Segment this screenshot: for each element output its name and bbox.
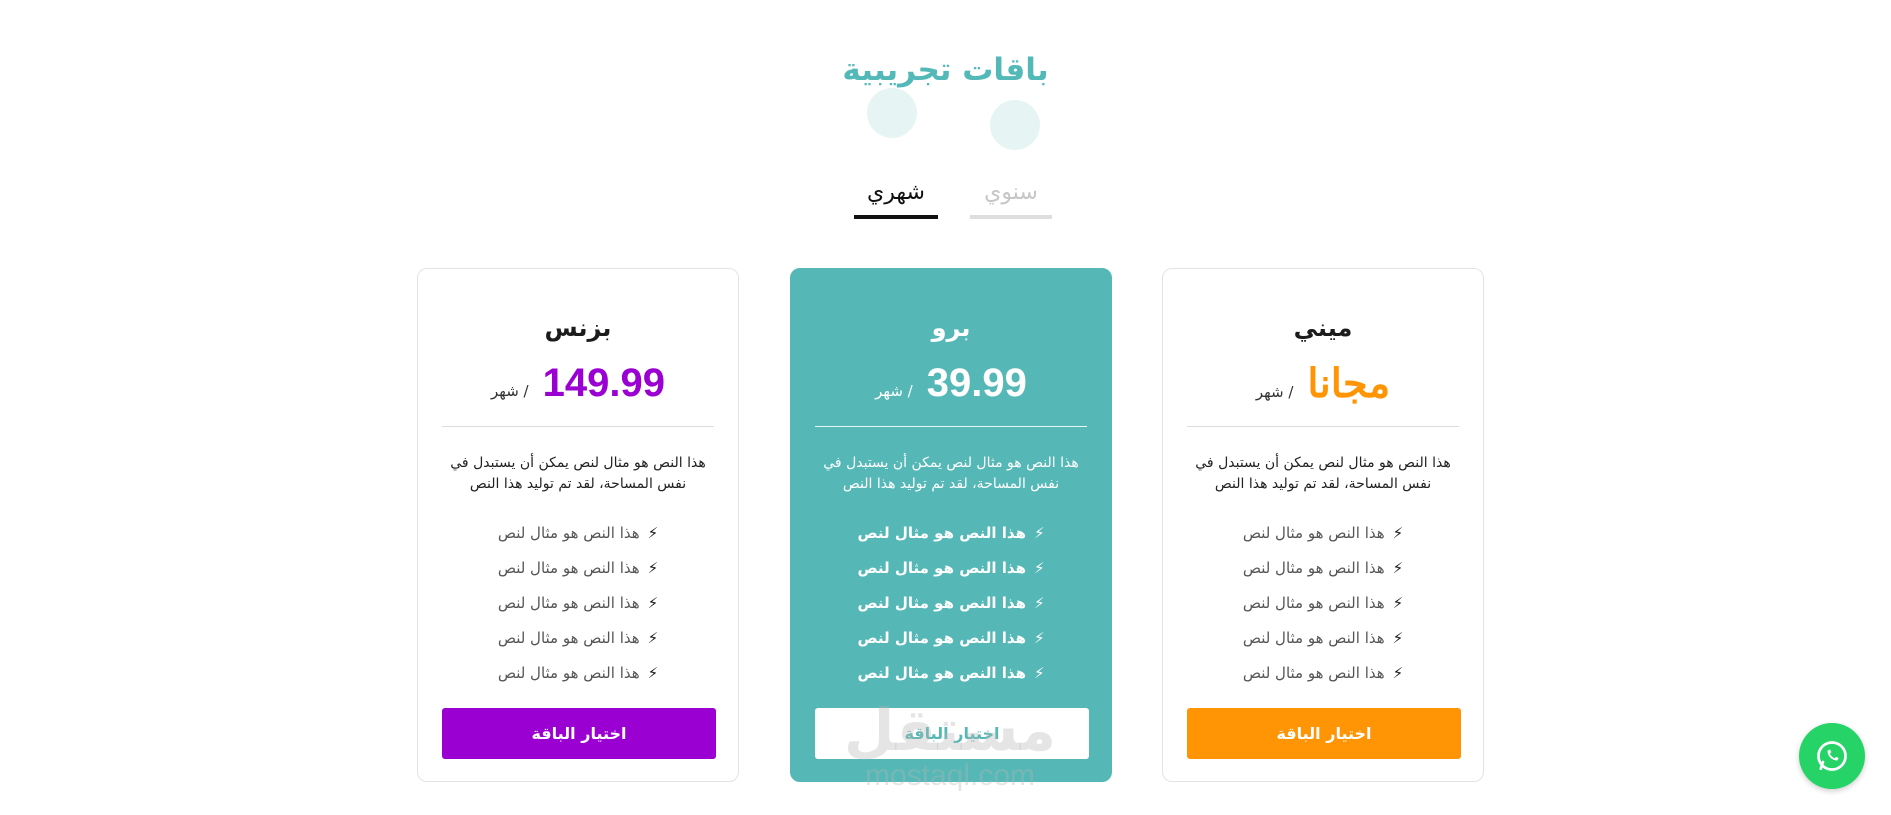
feature-text: هذا النص هو مثال لنص [497, 524, 640, 542]
plan-price: مجانا [1307, 362, 1391, 406]
lightning-bolt-icon: ⚡ [1034, 664, 1045, 682]
lightning-bolt-icon: ⚡ [1034, 559, 1045, 577]
page-title: باقات تجريبية [842, 52, 1049, 88]
lightning-bolt-icon: ⚡ [1392, 524, 1404, 542]
feature-text: هذا النص هو مثال لنص [857, 559, 1026, 577]
price-row: 149.99 / شهر [418, 361, 738, 406]
price-row: 39.99 / شهر [791, 361, 1111, 406]
feature-text: هذا النص هو مثال لنص [1242, 559, 1385, 577]
price-row: مجانا / شهر [1163, 361, 1483, 407]
lightning-bolt-icon: ⚡ [1034, 629, 1045, 647]
price-period: / شهر [875, 382, 913, 400]
plan-description: هذا النص هو مثال لنص يمكن أن يستبدل في ن… [450, 455, 706, 492]
lightning-bolt-icon: ⚡ [1392, 629, 1404, 647]
tab-yearly[interactable]: سنوي [970, 180, 1052, 219]
lightning-bolt-icon: ⚡ [1392, 664, 1404, 682]
choose-plan-button-mini[interactable]: اختيار الباقة [1187, 708, 1461, 759]
feature-text: هذا النص هو مثال لنص [857, 664, 1026, 682]
feature-text: هذا النص هو مثال لنص [857, 594, 1026, 612]
plan-price: 39.99 [926, 361, 1027, 405]
feature-text: هذا النص هو مثال لنص [1242, 629, 1385, 647]
plan-card-business: بزنس 149.99 / شهر هذا النص هو مثال لنص ي… [417, 268, 739, 782]
divider [1187, 426, 1459, 427]
lightning-bolt-icon: ⚡ [1034, 594, 1045, 612]
whatsapp-chat-button[interactable] [1799, 723, 1865, 789]
feature-list: ⚡ هذا النص هو مثال لنص ⚡ هذا النص هو مثال … [791, 516, 1111, 691]
feature-text: هذا النص هو مثال لنص [1242, 524, 1385, 542]
feature-text: هذا النص هو مثال لنص [857, 629, 1026, 647]
lightning-bolt-icon: ⚡ [1392, 594, 1404, 612]
feature-item: ⚡ هذا النص هو مثال لنص [791, 516, 1111, 551]
plan-description: هذا النص هو مثال لنص يمكن أن يستبدل في ن… [823, 455, 1079, 492]
feature-item: ⚡ هذا النص هو مثال لنص [418, 621, 738, 656]
lightning-bolt-icon: ⚡ [647, 629, 659, 647]
billing-tabs: شهري سنوي [0, 180, 1891, 222]
plan-card-pro: برو 39.99 / شهر هذا النص هو مثال لنص يمك… [790, 268, 1112, 782]
feature-item: ⚡ هذا النص هو مثال لنص [791, 551, 1111, 586]
feature-list: ⚡ هذا النص هو مثال لنص ⚡ هذا النص هو مثال … [418, 516, 738, 691]
feature-item: ⚡ هذا النص هو مثال لنص [1163, 621, 1483, 656]
lightning-bolt-icon: ⚡ [647, 524, 659, 542]
lightning-bolt-icon: ⚡ [1392, 559, 1404, 577]
feature-item: ⚡ هذا النص هو مثال لنص [1163, 656, 1483, 691]
feature-text: هذا النص هو مثال لنص [1242, 664, 1385, 682]
price-period: / شهر [1255, 383, 1294, 401]
feature-item: ⚡ هذا النص هو مثال لنص [791, 586, 1111, 621]
tab-monthly[interactable]: شهري [854, 180, 938, 219]
feature-item: ⚡ هذا النص هو مثال لنص [791, 621, 1111, 656]
decorative-circle [990, 100, 1040, 150]
feature-text: هذا النص هو مثال لنص [497, 664, 640, 682]
decorative-circle [867, 88, 917, 138]
feature-list: ⚡ هذا النص هو مثال لنص ⚡ هذا النص هو مثال … [1163, 516, 1483, 691]
lightning-bolt-icon: ⚡ [647, 664, 659, 682]
feature-item: ⚡ هذا النص هو مثال لنص [418, 586, 738, 621]
price-period: / شهر [491, 382, 529, 400]
feature-text: هذا النص هو مثال لنص [497, 629, 640, 647]
feature-item: ⚡ هذا النص هو مثال لنص [418, 551, 738, 586]
feature-item: ⚡ هذا النص هو مثال لنص [418, 516, 738, 551]
plan-description: هذا النص هو مثال لنص يمكن أن يستبدل في ن… [1195, 455, 1451, 492]
feature-text: هذا النص هو مثال لنص [857, 524, 1026, 542]
feature-text: هذا النص هو مثال لنص [497, 559, 640, 577]
divider [815, 426, 1087, 427]
plan-price: 149.99 [542, 361, 665, 405]
feature-item: ⚡ هذا النص هو مثال لنص [1163, 586, 1483, 621]
whatsapp-icon [1817, 741, 1847, 771]
feature-item: ⚡ هذا النص هو مثال لنص [1163, 516, 1483, 551]
plan-name: بزنس [544, 314, 612, 342]
feature-item: ⚡ هذا النص هو مثال لنص [418, 656, 738, 691]
lightning-bolt-icon: ⚡ [647, 559, 659, 577]
plan-name: ميني [1293, 314, 1353, 342]
plan-name: برو [931, 314, 971, 342]
divider [442, 426, 714, 427]
feature-item: ⚡ هذا النص هو مثال لنص [1163, 551, 1483, 586]
feature-text: هذا النص هو مثال لنص [497, 594, 640, 612]
feature-item: ⚡ هذا النص هو مثال لنص [791, 656, 1111, 691]
feature-text: هذا النص هو مثال لنص [1242, 594, 1385, 612]
lightning-bolt-icon: ⚡ [647, 594, 659, 612]
plan-card-mini: ميني مجانا / شهر هذا النص هو مثال لنص يم… [1162, 268, 1484, 782]
lightning-bolt-icon: ⚡ [1034, 524, 1045, 542]
choose-plan-button-business[interactable]: اختيار الباقة [442, 708, 716, 759]
choose-plan-button-pro[interactable]: اختيار الباقة [815, 708, 1089, 759]
